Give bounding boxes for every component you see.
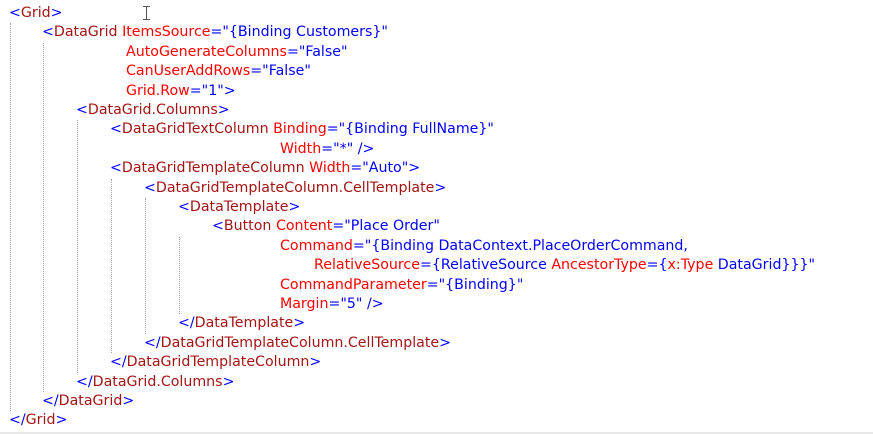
indent-guide bbox=[145, 198, 146, 334]
code-token: < bbox=[76, 102, 88, 118]
code-token: > bbox=[50, 5, 63, 21]
code-token: </ bbox=[178, 315, 195, 332]
indent-guide bbox=[77, 120, 78, 373]
code-token: x:Type bbox=[667, 257, 714, 274]
code-token: DataGrid bbox=[53, 24, 118, 41]
code-token: DataGridTemplateColumn.CellTemplate bbox=[160, 334, 440, 351]
code-token: > bbox=[434, 179, 447, 196]
code-token: DataGrid.Columns bbox=[87, 102, 218, 118]
code-token: Width bbox=[309, 160, 351, 177]
code-line[interactable]: <DataGrid ItemsSource="{Binding Customer… bbox=[42, 23, 388, 42]
code-token: ="False" bbox=[286, 43, 348, 60]
code-token: < bbox=[9, 5, 21, 21]
code-line[interactable]: Grid.Row="1"> bbox=[126, 82, 236, 101]
code-token: Grid.Row bbox=[126, 82, 190, 99]
code-line[interactable]: </DataGridTemplateColumn.CellTemplate> bbox=[144, 334, 451, 353]
code-token: < bbox=[110, 160, 122, 177]
code-token: DataGridTemplateColumn bbox=[126, 354, 310, 371]
code-token: < bbox=[178, 199, 190, 215]
code-token: ="Auto"> bbox=[350, 160, 421, 177]
code-line[interactable]: <Grid> bbox=[9, 4, 63, 23]
code-line[interactable]: CommandParameter="{Binding}" bbox=[280, 276, 523, 295]
code-line[interactable]: RelativeSource={RelativeSource AncestorT… bbox=[314, 256, 815, 275]
clipped-text-fragment bbox=[67, 0, 79, 2]
code-token: </ bbox=[9, 412, 26, 429]
code-editor[interactable]: <Grid> <DataGrid ItemsSource="{Binding Cu… bbox=[0, 0, 873, 434]
code-line[interactable]: <DataGrid.Columns> bbox=[76, 101, 230, 120]
code-token: </ bbox=[42, 393, 59, 409]
code-line[interactable]: </DataGrid> bbox=[42, 392, 134, 411]
code-token: > bbox=[217, 102, 230, 118]
code-token: Command bbox=[280, 237, 353, 254]
code-line[interactable]: Command="{Binding DataContext.PlaceOrder… bbox=[280, 237, 688, 256]
code-line[interactable]: Margin="5" /> bbox=[280, 295, 384, 314]
code-token: DataGrid bbox=[58, 393, 123, 409]
code-line[interactable]: CanUserAddRows="False" bbox=[126, 62, 311, 81]
code-line[interactable]: </Grid> bbox=[9, 411, 67, 430]
code-token: < bbox=[42, 24, 54, 41]
code-line[interactable]: <Button Content="Place Order" bbox=[212, 217, 440, 236]
code-token: > bbox=[293, 315, 306, 332]
code-token: </ bbox=[76, 373, 93, 390]
code-line[interactable]: <DataGridTemplateColumn.CellTemplate> bbox=[144, 179, 446, 198]
code-token: AutoGenerateColumns bbox=[126, 43, 287, 60]
text-cursor-icon bbox=[143, 6, 151, 20]
code-token: > bbox=[439, 334, 452, 351]
code-token: ="False" bbox=[250, 63, 311, 80]
indent-guide bbox=[179, 236, 180, 315]
code-token: Button bbox=[223, 218, 272, 235]
code-token: DataTemplate bbox=[194, 315, 294, 332]
code-token: < bbox=[144, 179, 156, 196]
code-token: Binding bbox=[273, 121, 327, 138]
code-token: DataGridTemplateColumn bbox=[121, 160, 305, 177]
code-token: DataGrid}}}" bbox=[713, 257, 816, 274]
code-token: DataGridTemplateColumn.CellTemplate bbox=[155, 179, 435, 196]
code-token: ="{Binding DataContext.PlaceOrderCommand… bbox=[352, 237, 688, 254]
code-line[interactable]: <DataTemplate> bbox=[178, 198, 300, 217]
code-token: > bbox=[122, 393, 135, 409]
code-token: ="{Binding}" bbox=[426, 276, 524, 293]
code-token: > bbox=[55, 412, 68, 429]
code-line[interactable]: </DataTemplate> bbox=[178, 314, 305, 333]
code-token: CommandParameter bbox=[280, 276, 427, 293]
code-token: RelativeSource bbox=[314, 257, 420, 274]
code-token: Width bbox=[280, 140, 322, 157]
code-token: Grid bbox=[20, 5, 51, 21]
code-token: DataGrid.Columns bbox=[92, 373, 223, 390]
code-line[interactable]: <DataGridTextColumn Binding="{Binding Fu… bbox=[110, 120, 494, 139]
indent-guide bbox=[43, 42, 44, 392]
code-token: ="Place Order" bbox=[332, 218, 440, 235]
code-token: ="5" /> bbox=[328, 296, 384, 312]
code-token: AncestorType bbox=[551, 257, 647, 274]
code-token: < bbox=[212, 218, 224, 235]
code-token: ={RelativeSource bbox=[419, 257, 552, 274]
code-token: Content bbox=[275, 218, 333, 235]
code-token: Margin bbox=[280, 296, 329, 312]
code-token: ="{Binding Customers}" bbox=[210, 24, 388, 41]
code-token: ItemsSource bbox=[122, 24, 211, 41]
code-token: CanUserAddRows bbox=[126, 63, 251, 80]
code-token: Grid bbox=[25, 412, 56, 429]
code-token: DataTemplate bbox=[189, 199, 289, 215]
code-line[interactable]: AutoGenerateColumns="False" bbox=[126, 43, 348, 62]
code-token: > bbox=[309, 354, 322, 371]
code-token: ="1"> bbox=[189, 82, 236, 99]
code-token: > bbox=[222, 373, 235, 390]
code-token: DataGridTextColumn bbox=[121, 121, 269, 138]
code-token: ="{Binding FullName}" bbox=[326, 121, 494, 138]
code-token: </ bbox=[144, 334, 161, 351]
code-token: < bbox=[110, 121, 122, 138]
code-line[interactable]: </DataGridTemplateColumn> bbox=[110, 353, 321, 372]
code-token: ={ bbox=[646, 257, 668, 274]
indent-guide bbox=[111, 178, 112, 354]
code-token: ="*" /> bbox=[321, 140, 375, 157]
indent-guide bbox=[10, 23, 11, 412]
code-token: </ bbox=[110, 354, 127, 371]
code-line[interactable]: </DataGrid.Columns> bbox=[76, 373, 234, 392]
code-line[interactable]: Width="*" /> bbox=[280, 140, 374, 159]
code-line[interactable]: <DataGridTemplateColumn Width="Auto"> bbox=[110, 159, 420, 178]
code-token: > bbox=[288, 199, 301, 215]
